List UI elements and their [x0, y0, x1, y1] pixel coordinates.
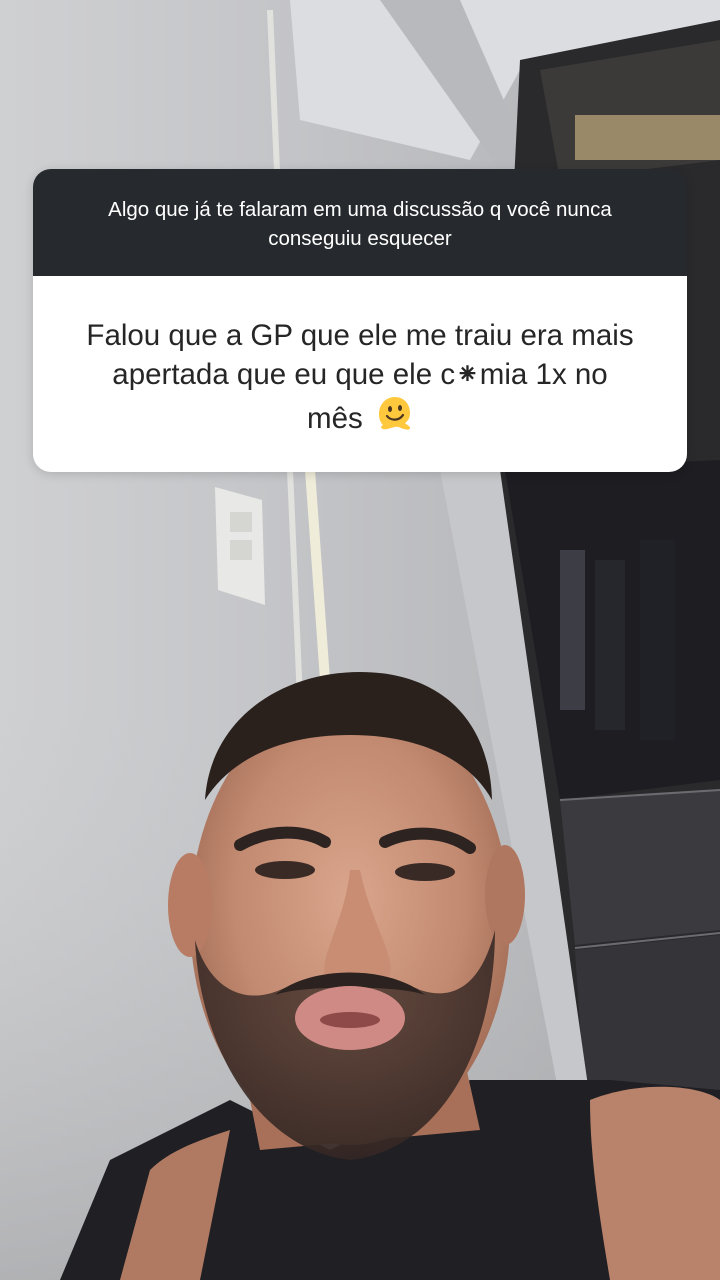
answer-line-2: apertada que eu que ele c⁕mia 1x no — [112, 358, 608, 391]
story-viewer: Algo que já te falaram em uma discussão … — [0, 0, 720, 1280]
question-text: Algo que já te falaram em uma discussão … — [108, 198, 612, 250]
answer-line-3: mês — [55, 394, 665, 442]
answer-line-1: Falou que a GP que ele me traiu era mais — [86, 319, 634, 352]
answer-line-3-text: mês — [307, 402, 363, 435]
answer-body: Falou que a GP que ele me traiu era mais… — [33, 276, 687, 472]
melting-face-emoji-icon — [375, 394, 413, 442]
question-header: Algo que já te falaram em uma discussão … — [33, 169, 687, 276]
question-sticker[interactable]: Algo que já te falaram em uma discussão … — [33, 169, 687, 472]
